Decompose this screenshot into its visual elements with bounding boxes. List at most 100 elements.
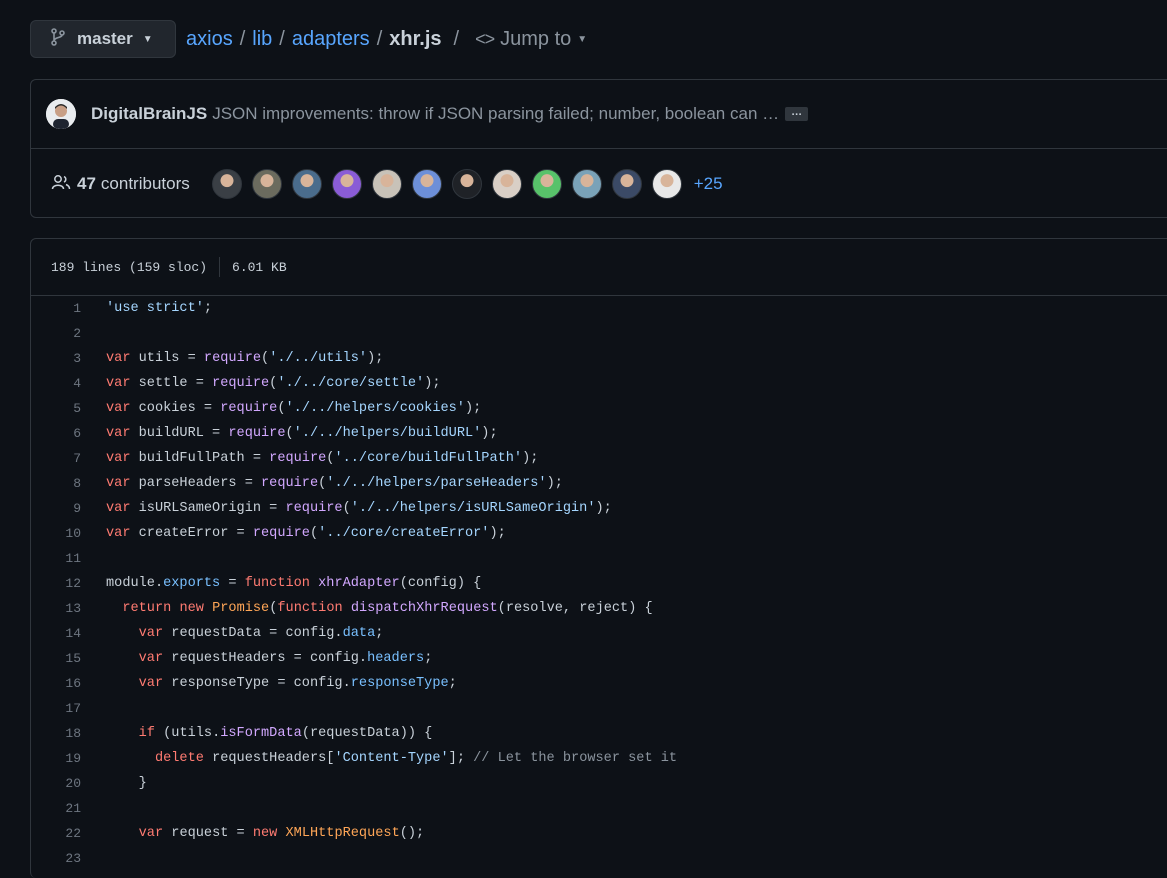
- code-token: ();: [399, 826, 425, 841]
- line-content: var utils = require('./../utils');: [106, 351, 383, 366]
- breadcrumb-separator: /: [239, 27, 246, 50]
- line-number[interactable]: 10: [31, 526, 106, 541]
- line-content: return new Promise(function dispatchXhrR…: [106, 601, 652, 616]
- contributor-avatar[interactable]: [291, 169, 322, 199]
- line-number[interactable]: 15: [31, 651, 106, 666]
- line-content: var responseType = config.responseType;: [106, 676, 457, 691]
- contributors-row: 47 contributors +25: [31, 149, 1167, 219]
- line-number[interactable]: 12: [31, 576, 106, 591]
- caret-down-icon: ▼: [577, 33, 588, 45]
- line-number[interactable]: 3: [31, 351, 106, 366]
- line-number[interactable]: 19: [31, 751, 106, 766]
- line-number[interactable]: 16: [31, 676, 106, 691]
- line-number[interactable]: 1: [31, 301, 106, 316]
- line-number[interactable]: 9: [31, 501, 106, 516]
- line-number[interactable]: 5: [31, 401, 106, 416]
- line-number[interactable]: 17: [31, 701, 106, 716]
- file-size: 6.01 KB: [232, 259, 287, 275]
- contributor-avatar[interactable]: [251, 169, 282, 199]
- line-number[interactable]: 22: [31, 826, 106, 841]
- line-content: var buildURL = require('./../helpers/bui…: [106, 426, 498, 441]
- code-token: requestHeaders = config.: [163, 651, 368, 666]
- expand-commit-message-button[interactable]: …: [785, 107, 809, 121]
- code-line: 4 var settle = require('./../core/settle'…: [31, 371, 1167, 396]
- code-token: new: [179, 601, 204, 616]
- contributor-avatar[interactable]: [491, 169, 522, 199]
- line-number[interactable]: 23: [31, 851, 106, 866]
- code-token: (: [261, 351, 270, 366]
- code-token: function: [244, 576, 310, 591]
- file-navigation: master ▼ axios / lib / adapters / xhr.js…: [30, 19, 587, 59]
- code-token: parseHeaders =: [130, 476, 262, 491]
- more-contributors-link[interactable]: +25: [694, 174, 723, 194]
- code-token: var: [138, 676, 164, 691]
- line-number[interactable]: 7: [31, 451, 106, 466]
- code-token: var: [106, 376, 131, 391]
- contributor-avatar[interactable]: [531, 169, 562, 199]
- code-token: var: [106, 476, 131, 491]
- contributors-link[interactable]: 47 contributors: [51, 174, 190, 195]
- code-token: );: [595, 501, 612, 516]
- code-line: 21: [31, 796, 1167, 821]
- code-token: ];: [448, 751, 474, 766]
- code-token: (: [277, 401, 286, 416]
- breadcrumb-adapters-link[interactable]: adapters: [292, 28, 370, 51]
- code-token: );: [481, 426, 498, 441]
- code-token: require: [212, 376, 270, 391]
- contributor-avatar[interactable]: [371, 169, 402, 199]
- code-token: '../core/buildFullPath': [334, 451, 523, 466]
- code-token: settle =: [130, 376, 213, 391]
- code-token: ;: [203, 301, 213, 316]
- code-line: 18 if (utils.isFormData(requestData)) {: [31, 721, 1167, 746]
- commit-author-link[interactable]: DigitalBrainJS: [91, 104, 207, 124]
- breadcrumb-axios-link[interactable]: axios: [186, 28, 233, 51]
- line-number[interactable]: 14: [31, 626, 106, 641]
- jump-to-button[interactable]: <> Jump to ▼: [471, 28, 587, 51]
- code-token: requestData = config.: [163, 626, 343, 641]
- contributor-avatar[interactable]: [651, 169, 682, 199]
- code-line: 13 return new Promise(function dispatchX…: [31, 596, 1167, 621]
- code-token: delete: [154, 751, 204, 766]
- line-number[interactable]: 13: [31, 601, 106, 616]
- line-content: }: [106, 776, 147, 791]
- code-token: cookies =: [130, 401, 221, 416]
- breadcrumb-separator: /: [376, 27, 383, 50]
- code-token: function: [277, 601, 343, 616]
- avatar[interactable]: [46, 99, 76, 129]
- branch-selector-button[interactable]: master ▼: [30, 20, 176, 58]
- code-line: 7 var buildFullPath = require('../core/bu…: [31, 446, 1167, 471]
- line-number[interactable]: 8: [31, 476, 106, 491]
- line-number[interactable]: 2: [31, 326, 106, 341]
- code-token: if: [138, 726, 155, 741]
- contributor-avatar[interactable]: [571, 169, 602, 199]
- current-file-name: xhr.js: [389, 27, 442, 50]
- contributor-avatar[interactable]: [451, 169, 482, 199]
- code-token: require: [203, 351, 262, 366]
- contributor-avatar[interactable]: [211, 169, 242, 199]
- code-token: var: [106, 401, 131, 416]
- code-token: require: [228, 426, 286, 441]
- line-number[interactable]: 21: [31, 801, 106, 816]
- code-token: (config) {: [399, 576, 482, 591]
- line-content: module.exports = function xhrAdapter(con…: [106, 576, 481, 591]
- jump-to-label: Jump to: [500, 27, 572, 50]
- line-number[interactable]: 4: [31, 376, 106, 391]
- line-number[interactable]: 11: [31, 551, 106, 566]
- code-token: './../utils': [269, 351, 368, 366]
- commit-message-link[interactable]: JSON improvements: throw if JSON parsing…: [212, 104, 779, 124]
- code-token: var: [106, 351, 131, 366]
- code-token: createError =: [130, 526, 253, 541]
- line-number[interactable]: 20: [31, 776, 106, 791]
- contributor-avatar[interactable]: [331, 169, 362, 199]
- line-number[interactable]: 18: [31, 726, 106, 741]
- code-token: 'Content-Type': [334, 751, 449, 766]
- contributor-avatar[interactable]: [411, 169, 442, 199]
- code-line: 5 var cookies = require('./../helpers/coo…: [31, 396, 1167, 421]
- line-number[interactable]: 6: [31, 426, 106, 441]
- branch-name: master: [77, 29, 133, 48]
- file-viewer: 189 lines (159 sloc) 6.01 KB 1'use stric…: [30, 238, 1167, 878]
- code-token: dispatchXhrRequest: [350, 601, 498, 616]
- contributor-avatar[interactable]: [611, 169, 642, 199]
- breadcrumb-lib-link[interactable]: lib: [252, 28, 272, 51]
